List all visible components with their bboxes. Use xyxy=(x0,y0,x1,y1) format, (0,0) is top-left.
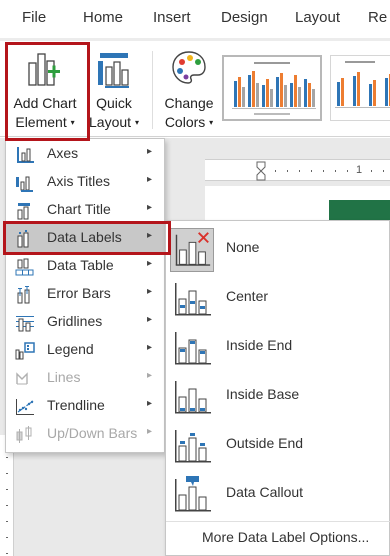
lines-icon xyxy=(16,372,28,385)
up-down-bars-icon xyxy=(16,426,32,443)
data-labels-center-icon xyxy=(175,283,211,316)
chart-style-thumbnail-1[interactable] xyxy=(222,55,322,121)
chevron-right-icon: ▸ xyxy=(147,314,153,325)
submenu-item-center[interactable]: Center xyxy=(166,275,390,323)
chevron-right-icon: ▸ xyxy=(147,258,153,269)
menu-item-legend[interactable]: Legend ▸ xyxy=(6,336,164,364)
quick-layout-label-2: Layout xyxy=(89,114,132,130)
menu-item-axis-titles[interactable]: Axis Titles ▸ xyxy=(6,168,164,196)
ribbon-group-divider xyxy=(152,51,153,129)
change-colors-label-2-row: Colors ▾ xyxy=(160,113,218,132)
submenu-divider xyxy=(166,521,390,522)
menu-item-up-down-bars: Up/Down Bars ▸ xyxy=(6,420,164,448)
submenu-item-label: Outside End xyxy=(226,435,304,451)
data-labels-callout-icon xyxy=(175,476,211,512)
menu-item-label: Error Bars xyxy=(47,285,111,301)
menu-item-label: Gridlines xyxy=(47,313,103,329)
submenu-item-data-callout[interactable]: Data Callout xyxy=(166,471,390,519)
menu-item-label: Axis Titles xyxy=(47,173,111,189)
tab-review[interactable]: Re xyxy=(368,0,387,38)
menu-item-label: Trendline xyxy=(47,397,105,413)
submenu-item-none[interactable]: None xyxy=(166,226,390,274)
horizontal-ruler[interactable]: 1 xyxy=(205,159,390,181)
menu-item-label: Up/Down Bars xyxy=(47,425,138,441)
error-bars-icon xyxy=(17,286,30,304)
trendline-icon xyxy=(16,399,34,415)
vertical-ruler xyxy=(0,435,14,556)
data-labels-outside-end-icon xyxy=(175,430,211,463)
menu-item-lines: Lines ▸ xyxy=(6,364,164,392)
menu-item-label: Lines xyxy=(47,369,81,385)
chart-style-preview xyxy=(232,62,316,115)
data-labels-inside-base-icon xyxy=(175,381,211,414)
submenu-item-inside-end[interactable]: Inside End xyxy=(166,324,390,372)
change-colors-label-2: Colors xyxy=(164,114,206,130)
submenu-item-label: Inside Base xyxy=(226,386,300,402)
chevron-right-icon: ▸ xyxy=(147,286,153,297)
menu-item-gridlines[interactable]: Gridlines ▸ xyxy=(6,308,164,336)
quick-layout-label-1: Quick xyxy=(96,95,132,111)
quick-layout-icon xyxy=(98,53,129,88)
menu-item-chart-title[interactable]: Chart Title ▸ xyxy=(6,196,164,224)
axis-titles-icon xyxy=(16,176,33,192)
menu-item-label: Chart Title xyxy=(47,201,111,217)
change-colors-label-1: Change xyxy=(164,95,214,111)
menu-item-data-table[interactable]: Data Table ▸ xyxy=(6,252,164,280)
chevron-right-icon: ▸ xyxy=(147,398,153,409)
tab-home[interactable]: Home xyxy=(83,0,123,38)
chevron-right-icon: ▸ xyxy=(147,146,153,157)
gridlines-icon xyxy=(16,316,34,332)
submenu-item-label: Inside End xyxy=(226,337,293,353)
menu-item-label: Data Table xyxy=(47,257,114,273)
menu-item-error-bars[interactable]: Error Bars ▸ xyxy=(6,280,164,308)
chevron-right-icon: ▸ xyxy=(147,342,153,353)
submenu-item-label: Center xyxy=(226,288,269,304)
data-labels-none-icon xyxy=(170,228,214,272)
ruler-mark-label: 1 xyxy=(356,164,363,176)
menu-item-trendline[interactable]: Trendline ▸ xyxy=(6,392,164,420)
submenu-item-label: Data Callout xyxy=(226,484,304,500)
tab-file[interactable]: File xyxy=(22,0,46,38)
menu-item-axes[interactable]: Axes ▸ xyxy=(6,140,164,168)
quick-layout-button[interactable]: Quick Layout ▾ xyxy=(86,43,142,133)
quick-layout-label-2-row: Layout ▾ xyxy=(86,113,142,132)
chevron-down-icon: ▾ xyxy=(209,118,214,127)
chart-style-preview xyxy=(335,61,390,108)
tab-design[interactable]: Design xyxy=(221,0,268,38)
highlight-data-labels xyxy=(3,221,171,255)
ribbon-tab-strip: File Home Insert Design Layout Re xyxy=(0,0,390,38)
vertical-ruler-ticks xyxy=(6,441,8,554)
chevron-right-icon: ▸ xyxy=(147,202,153,213)
axes-icon xyxy=(17,147,34,163)
submenu-item-inside-base[interactable]: Inside Base xyxy=(166,373,390,421)
chevron-down-icon: ▾ xyxy=(134,118,139,127)
menu-item-label: Axes xyxy=(47,145,79,161)
ruler-ticks xyxy=(256,161,384,181)
menu-item-label: Legend xyxy=(47,341,94,357)
legend-icon xyxy=(15,342,35,360)
submenu-item-label: None xyxy=(226,239,260,255)
chevron-right-icon: ▸ xyxy=(147,174,153,185)
chart-style-thumbnail-2[interactable] xyxy=(330,55,390,121)
data-labels-submenu: None Center Inside End Inside Base Outsi… xyxy=(165,220,390,556)
add-chart-element-menu: Axes ▸ Axis Titles ▸ Chart Title ▸ Data … xyxy=(5,138,165,453)
change-colors-button[interactable]: Change Colors ▾ xyxy=(160,43,218,133)
color-palette-icon xyxy=(172,51,206,84)
tab-insert[interactable]: Insert xyxy=(153,0,191,38)
data-labels-inside-end-icon xyxy=(175,332,211,365)
chevron-right-icon: ▸ xyxy=(147,370,153,381)
tab-layout[interactable]: Layout xyxy=(295,0,340,38)
chart-title-icon xyxy=(17,203,30,220)
highlight-add-chart-element xyxy=(5,42,90,141)
data-table-icon xyxy=(15,258,34,276)
chevron-right-icon: ▸ xyxy=(147,426,153,437)
more-data-label-options-link[interactable]: More Data Label Options... xyxy=(202,529,369,545)
submenu-item-outside-end[interactable]: Outside End xyxy=(166,422,390,470)
